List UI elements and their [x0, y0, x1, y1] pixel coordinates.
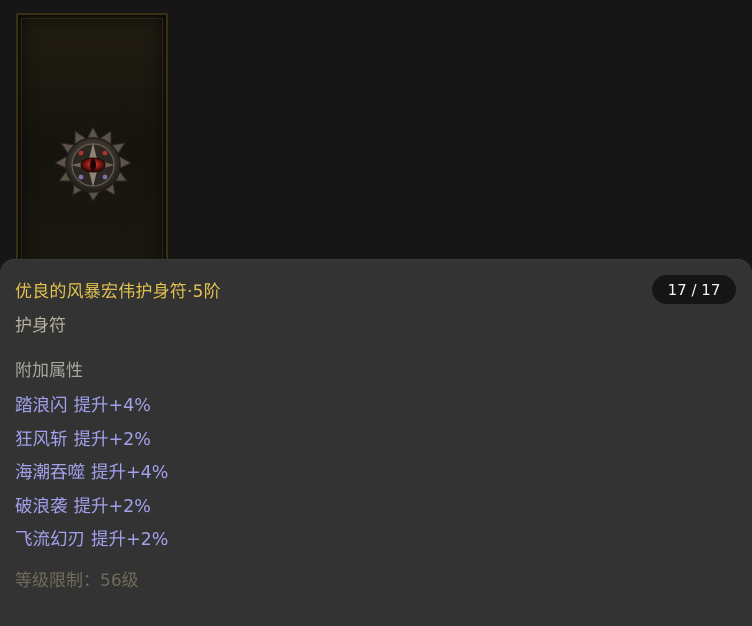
item-counter-badge: 17 / 17	[652, 275, 736, 304]
attribute-row: 破浪袭 提升+2%	[15, 489, 168, 523]
item-viewer: 优良的风暴宏伟护身符·5阶 17 / 17 护身符 附加属性 踏浪闪 提升+4%…	[0, 0, 752, 626]
storm-amulet-icon	[53, 125, 133, 202]
attribute-row: 踏浪闪 提升+4%	[15, 388, 168, 422]
item-tooltip: 优良的风暴宏伟护身符·5阶 17 / 17 护身符 附加属性 踏浪闪 提升+4%…	[0, 259, 752, 626]
attribute-row: 海潮吞噬 提升+4%	[15, 455, 168, 489]
attribute-value: 提升+4%	[73, 396, 151, 417]
item-type: 护身符	[15, 316, 66, 336]
item-name: 优良的风暴宏伟护身符·5阶	[15, 282, 221, 302]
attribute-value: 提升+2%	[73, 429, 151, 450]
attribute-value: 提升+2%	[91, 530, 169, 551]
attributes-title: 附加属性	[15, 361, 83, 381]
attribute-name: 踏浪闪	[15, 396, 68, 417]
item-slot[interactable]	[16, 13, 168, 281]
attribute-value: 提升+4%	[91, 463, 169, 484]
attribute-name: 破浪袭	[15, 496, 68, 517]
attribute-name: 飞流幻刃	[15, 530, 85, 551]
attribute-row: 飞流幻刃 提升+2%	[15, 522, 168, 556]
level-requirement: 等级限制：56级	[15, 571, 139, 591]
attribute-list: 踏浪闪 提升+4% 狂风斩 提升+2% 海潮吞噬 提升+4% 破浪袭 提升+2%…	[15, 388, 168, 556]
attribute-name: 海潮吞噬	[15, 463, 85, 484]
attribute-value: 提升+2%	[73, 496, 151, 517]
attribute-name: 狂风斩	[15, 429, 68, 450]
attribute-row: 狂风斩 提升+2%	[15, 422, 168, 456]
